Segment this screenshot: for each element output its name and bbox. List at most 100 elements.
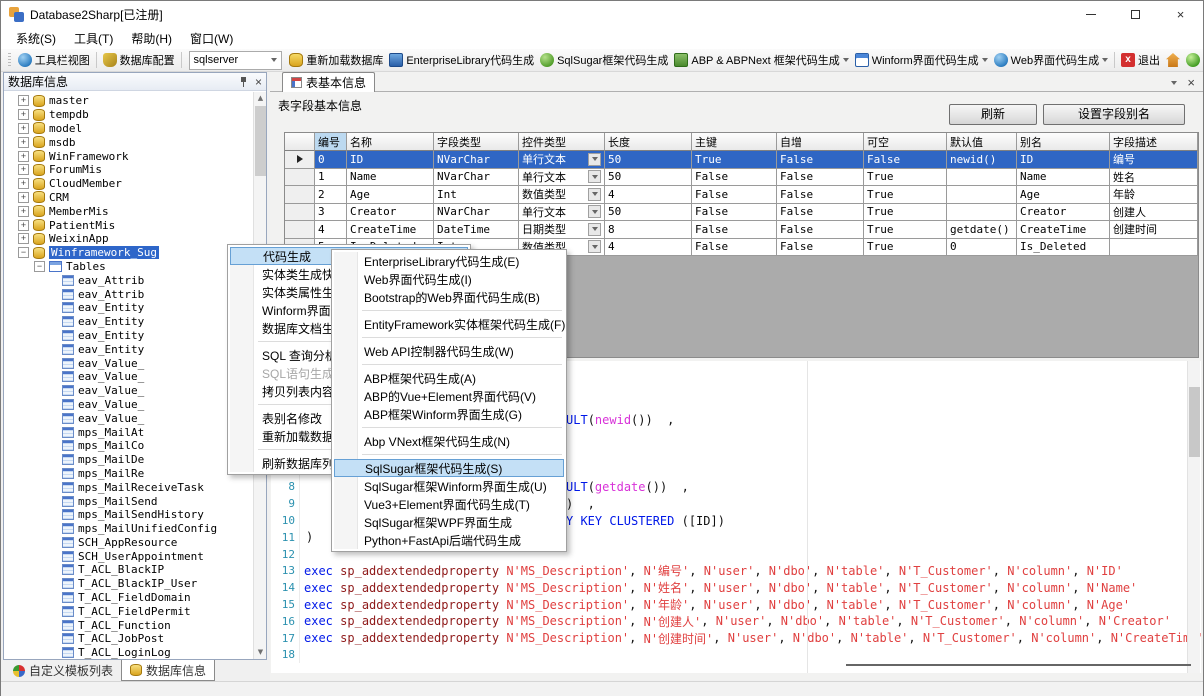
grid-cell[interactable]: 单行文本 <box>519 204 605 222</box>
expand-toggle[interactable]: + <box>18 206 29 217</box>
refresh-button[interactable]: 刷新 <box>949 104 1037 125</box>
tree-item[interactable]: +model <box>4 122 253 136</box>
grid-cell[interactable]: Creator <box>347 204 434 222</box>
grid-cell[interactable]: True <box>864 169 947 187</box>
menu-item[interactable]: Vue3+Element界面代码生成(T) <box>334 495 564 513</box>
tree-item[interactable]: T_ACL_FieldPermit <box>4 604 253 618</box>
tree-item[interactable]: −Tables <box>4 260 253 274</box>
tree-item[interactable]: +WeixinApp <box>4 232 253 246</box>
grid-cell[interactable]: 编号 <box>1110 151 1198 169</box>
tree-item[interactable]: mps_MailSend <box>4 494 253 508</box>
scroll-thumb[interactable] <box>1189 387 1200 457</box>
dock-tab[interactable]: 自定义模板列表 <box>5 660 121 681</box>
code-scrollbar[interactable] <box>1187 361 1200 673</box>
grid-cell[interactable]: NVarChar <box>434 169 519 187</box>
grid-cell[interactable]: False <box>777 169 864 187</box>
grid-cell[interactable]: 0 <box>315 151 347 169</box>
grid-cell[interactable]: False <box>692 186 777 204</box>
expand-toggle[interactable]: + <box>18 192 29 203</box>
grid-cell[interactable]: True <box>864 204 947 222</box>
tree-item[interactable]: eav_Attrib <box>4 287 253 301</box>
scroll-up-icon[interactable]: ▲ <box>254 92 267 105</box>
tree-item[interactable]: +master <box>4 94 253 108</box>
grid-cell[interactable]: 0 <box>947 239 1017 257</box>
scroll-down-icon[interactable]: ▼ <box>254 646 267 659</box>
tree-item[interactable]: +tempdb <box>4 108 253 122</box>
tree-item[interactable]: mps_MailUnifiedConfig <box>4 522 253 536</box>
grid-row[interactable]: 4CreateTimeDateTime日期类型8FalseFalseTruege… <box>285 221 1198 239</box>
menu-item[interactable]: EntityFramework实体框架代码生成(F) <box>334 315 564 333</box>
tree-item[interactable]: +msdb <box>4 135 253 149</box>
grid-cell[interactable]: Is_Deleted <box>1017 239 1110 257</box>
tree-item[interactable]: T_ACL_Function <box>4 618 253 632</box>
tree-item[interactable]: mps_MailSendHistory <box>4 508 253 522</box>
column-header[interactable]: 字段描述 <box>1110 133 1198 151</box>
panel-close-icon[interactable]: × <box>255 76 262 88</box>
tab-table-basic-info[interactable]: 表基本信息 <box>282 72 375 92</box>
grid-cell[interactable]: 创建时间 <box>1110 221 1198 239</box>
tree-item[interactable]: T_ACL_LoginLog <box>4 646 253 659</box>
menu-item[interactable]: Abp VNext框架代码生成(N) <box>334 432 564 450</box>
row-selector[interactable] <box>285 221 315 239</box>
grid-cell[interactable] <box>947 186 1017 204</box>
grid-cell[interactable]: Int <box>434 186 519 204</box>
grid-cell[interactable]: False <box>692 221 777 239</box>
column-header[interactable]: 自增 <box>777 133 864 151</box>
grid-cell[interactable]: False <box>864 151 947 169</box>
grid-row[interactable]: 0IDNVarChar单行文本50TrueFalseFalsenewid()ID… <box>285 151 1198 169</box>
dock-tab[interactable]: 数据库信息 <box>121 660 215 681</box>
menu-item[interactable]: 窗口(W) <box>181 27 242 50</box>
menu-item[interactable]: 帮助(H) <box>122 27 181 50</box>
toolbar-button-key[interactable]: 数据库配置 <box>100 50 178 70</box>
grid-cell[interactable]: Age <box>1017 186 1110 204</box>
tree-item[interactable]: SCH_UserAppointment <box>4 549 253 563</box>
grid-cell[interactable]: 单行文本 <box>519 169 605 187</box>
grid-cell[interactable] <box>947 169 1017 187</box>
tree-item[interactable]: eav_Value_ <box>4 384 253 398</box>
expand-toggle[interactable]: + <box>18 178 29 189</box>
expand-toggle[interactable]: + <box>18 109 29 120</box>
scroll-thumb[interactable] <box>255 106 266 176</box>
tree-item[interactable]: eav_Value_ <box>4 370 253 384</box>
tree-item[interactable]: eav_Entity <box>4 301 253 315</box>
tree-item[interactable]: eav_Attrib <box>4 273 253 287</box>
set-field-alias-button[interactable]: 设置字段别名 <box>1043 104 1185 125</box>
expand-toggle[interactable]: + <box>18 123 29 134</box>
document-close-icon[interactable]: × <box>1187 75 1195 90</box>
grid-cell[interactable]: 4 <box>605 186 692 204</box>
tree-item[interactable]: mps_MailReceiveTask <box>4 480 253 494</box>
menu-item[interactable]: 系统(S) <box>7 27 65 50</box>
menu-item[interactable]: EnterpriseLibrary代码生成(E) <box>334 252 564 270</box>
chevron-down-icon[interactable] <box>1171 81 1177 85</box>
column-header[interactable]: 长度 <box>605 133 692 151</box>
grid-cell[interactable]: Creator <box>1017 204 1110 222</box>
grid-cell[interactable] <box>947 204 1017 222</box>
tree-item[interactable]: +ForumMis <box>4 163 253 177</box>
grid-cell[interactable]: 2 <box>315 186 347 204</box>
close-button[interactable]: × <box>1158 1 1203 27</box>
dropdown-button[interactable] <box>588 153 601 166</box>
menu-item[interactable]: SqlSugar框架Winform界面生成(U) <box>334 477 564 495</box>
row-selector[interactable] <box>285 204 315 222</box>
grid-cell[interactable]: newid() <box>947 151 1017 169</box>
menu-item[interactable]: ABP框架Winform界面生成(G) <box>334 405 564 423</box>
toolbar-button-entlib[interactable]: EnterpriseLibrary代码生成 <box>386 50 537 70</box>
expand-toggle[interactable]: − <box>34 261 45 272</box>
maximize-button[interactable] <box>1113 1 1158 27</box>
column-header[interactable]: 控件类型 <box>519 133 605 151</box>
grid-cell[interactable]: 50 <box>605 169 692 187</box>
grid-cell[interactable]: False <box>692 169 777 187</box>
expand-toggle[interactable]: + <box>18 95 29 106</box>
menu-item[interactable]: Web API控制器代码生成(W) <box>334 342 564 360</box>
grid-cell[interactable]: 日期类型 <box>519 221 605 239</box>
toolbar-button-winform[interactable]: Winform界面代码生成 <box>852 50 991 70</box>
tree-item[interactable]: T_ACL_BlackIP_User <box>4 577 253 591</box>
dropdown-button[interactable] <box>588 240 601 253</box>
grid-cell[interactable]: 50 <box>605 204 692 222</box>
dropdown-button[interactable] <box>588 223 601 236</box>
minimize-button[interactable] <box>1068 1 1113 27</box>
menu-item[interactable]: SqlSugar框架WPF界面生成 <box>334 513 564 531</box>
tree-item[interactable]: T_ACL_FieldDomain <box>4 591 253 605</box>
toolbar-button-db-refresh[interactable]: 重新加载数据库 <box>286 50 386 70</box>
column-header[interactable]: 可空 <box>864 133 947 151</box>
